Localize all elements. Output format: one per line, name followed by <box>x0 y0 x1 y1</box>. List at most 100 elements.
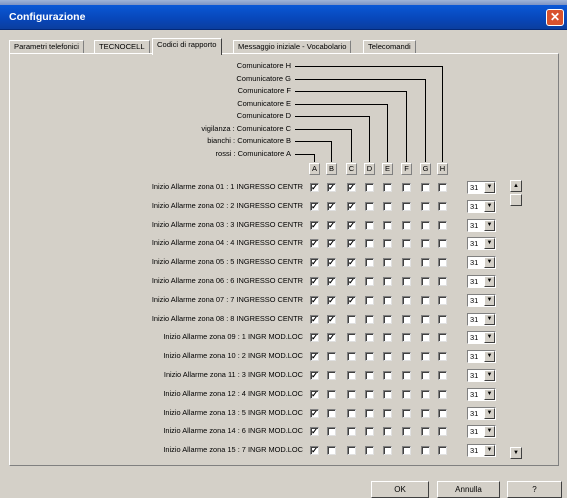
checkbox-g[interactable] <box>421 183 430 192</box>
report-code-select[interactable]: 31 ▼ <box>467 369 496 382</box>
checkbox-a[interactable]: ✓ <box>310 446 319 456</box>
checkbox-g[interactable] <box>421 277 430 286</box>
checkbox-g[interactable] <box>421 371 430 380</box>
checkbox-d[interactable] <box>365 408 374 418</box>
checkbox-e[interactable] <box>383 295 392 305</box>
checkbox-b[interactable]: ✓ <box>327 201 336 211</box>
checkbox-f[interactable] <box>402 427 411 437</box>
checkbox-e[interactable] <box>383 427 392 437</box>
checkbox-a[interactable]: ✓ <box>310 408 319 418</box>
chevron-down-icon[interactable]: ▼ <box>484 426 495 438</box>
checkbox-g[interactable] <box>421 446 430 456</box>
checkbox-e[interactable] <box>383 371 392 380</box>
checkbox-d[interactable] <box>365 427 374 437</box>
checkbox-c[interactable] <box>347 408 356 418</box>
report-code-select[interactable]: 31 ▼ <box>467 387 496 401</box>
checkbox-a[interactable]: ✓ <box>310 333 319 343</box>
report-code-select[interactable]: 31 ▼ <box>467 218 496 232</box>
checkbox-f[interactable] <box>402 352 411 362</box>
checkbox-h[interactable] <box>438 295 447 305</box>
report-code-select[interactable]: 31 ▼ <box>467 275 496 288</box>
scroll-down-button[interactable]: ▼ <box>510 447 522 459</box>
report-code-select[interactable]: 31 ▼ <box>467 199 496 213</box>
chevron-down-icon[interactable]: ▼ <box>484 370 495 381</box>
checkbox-g[interactable] <box>421 239 430 249</box>
checkbox-a[interactable]: ✓ <box>310 314 319 324</box>
checkbox-b[interactable] <box>327 446 336 456</box>
checkbox-d[interactable] <box>365 389 374 399</box>
chevron-down-icon[interactable]: ▼ <box>484 200 495 212</box>
close-button[interactable]: ✕ <box>546 9 564 26</box>
checkbox-b[interactable] <box>327 427 336 437</box>
checkbox-f[interactable] <box>402 239 411 249</box>
checkbox-e[interactable] <box>383 408 392 418</box>
checkbox-a[interactable]: ✓ <box>310 371 319 380</box>
report-code-select[interactable]: 31 ▼ <box>467 444 496 458</box>
tab-messaggio-iniziale[interactable]: Messaggio iniziale - Vocabolario <box>233 40 352 54</box>
checkbox-a[interactable]: ✓ <box>310 201 319 211</box>
checkbox-f[interactable] <box>402 333 411 343</box>
checkbox-c[interactable] <box>347 352 356 362</box>
checkbox-d[interactable] <box>365 446 374 456</box>
checkbox-g[interactable] <box>421 295 430 305</box>
report-code-select[interactable]: 31 ▼ <box>467 293 496 307</box>
checkbox-c[interactable] <box>347 371 356 380</box>
checkbox-c[interactable] <box>347 446 356 456</box>
tab-telecomandi[interactable]: Telecomandi <box>363 40 416 54</box>
checkbox-a[interactable]: ✓ <box>310 183 319 192</box>
checkbox-g[interactable] <box>421 427 430 437</box>
checkbox-b[interactable]: ✓ <box>327 333 336 343</box>
checkbox-f[interactable] <box>402 389 411 399</box>
checkbox-c[interactable]: ✓ <box>347 277 356 286</box>
chevron-down-icon[interactable]: ▼ <box>484 407 495 419</box>
checkbox-h[interactable] <box>438 427 447 437</box>
checkbox-e[interactable] <box>383 314 392 324</box>
checkbox-h[interactable] <box>438 220 447 230</box>
checkbox-a[interactable]: ✓ <box>310 258 319 268</box>
checkbox-h[interactable] <box>438 183 447 192</box>
checkbox-a[interactable]: ✓ <box>310 427 319 437</box>
checkbox-a[interactable]: ✓ <box>310 389 319 399</box>
checkbox-b[interactable]: ✓ <box>327 277 336 286</box>
help-button[interactable]: ? <box>507 481 562 498</box>
scroll-up-button[interactable]: ▲ <box>510 180 522 192</box>
checkbox-e[interactable] <box>383 201 392 211</box>
checkbox-d[interactable] <box>365 183 374 192</box>
checkbox-a[interactable]: ✓ <box>310 277 319 286</box>
checkbox-b[interactable]: ✓ <box>327 239 336 249</box>
column-header-e[interactable]: E <box>382 163 393 175</box>
checkbox-g[interactable] <box>421 201 430 211</box>
ok-button[interactable]: OK <box>371 481 429 498</box>
checkbox-f[interactable] <box>402 183 411 192</box>
checkbox-d[interactable] <box>365 220 374 230</box>
checkbox-g[interactable] <box>421 314 430 324</box>
checkbox-f[interactable] <box>402 277 411 286</box>
report-code-select[interactable]: 31 ▼ <box>467 331 496 345</box>
checkbox-d[interactable] <box>365 201 374 211</box>
checkbox-c[interactable] <box>347 427 356 437</box>
checkbox-h[interactable] <box>438 389 447 399</box>
chevron-down-icon[interactable]: ▼ <box>484 219 495 231</box>
tab-parametri-telefonici[interactable]: Parametri telefonici <box>9 40 84 54</box>
checkbox-b[interactable] <box>327 371 336 380</box>
checkbox-c[interactable]: ✓ <box>347 258 356 268</box>
column-header-f[interactable]: F <box>401 163 412 175</box>
chevron-down-icon[interactable]: ▼ <box>484 332 495 344</box>
checkbox-e[interactable] <box>383 239 392 249</box>
column-header-b[interactable]: B <box>326 163 337 175</box>
chevron-down-icon[interactable]: ▼ <box>484 445 495 457</box>
checkbox-b[interactable] <box>327 352 336 362</box>
chevron-down-icon[interactable]: ▼ <box>484 351 495 363</box>
chevron-down-icon[interactable]: ▼ <box>484 238 495 250</box>
checkbox-d[interactable] <box>365 371 374 380</box>
chevron-down-icon[interactable]: ▼ <box>484 182 495 193</box>
checkbox-a[interactable]: ✓ <box>310 220 319 230</box>
checkbox-d[interactable] <box>365 314 374 324</box>
report-code-select[interactable]: 31 ▼ <box>467 237 496 251</box>
checkbox-f[interactable] <box>402 446 411 456</box>
column-header-c[interactable]: C <box>346 163 357 175</box>
checkbox-h[interactable] <box>438 314 447 324</box>
report-code-select[interactable]: 31 ▼ <box>467 181 496 194</box>
tab-tecnocell[interactable]: TECNOCELL <box>94 40 150 54</box>
chevron-down-icon[interactable]: ▼ <box>484 294 495 306</box>
